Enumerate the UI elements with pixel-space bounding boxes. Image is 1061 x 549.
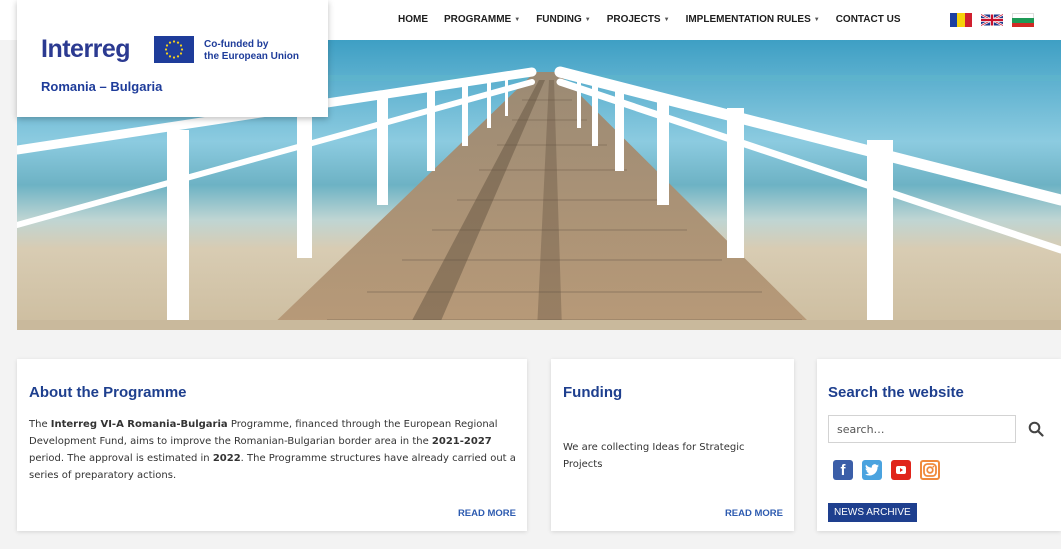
search-row — [828, 415, 1044, 443]
bulgaria-flag-icon[interactable] — [1012, 13, 1034, 27]
caret-down-icon: ▼ — [584, 16, 591, 23]
romania-flag-icon[interactable] — [950, 13, 972, 27]
nav-funding[interactable]: FUNDING ▼ — [536, 14, 591, 25]
nav-contact-us[interactable]: CONTACT US — [836, 14, 901, 25]
search-card: Search the website f NEWS ARCHIVE — [817, 359, 1061, 531]
logo-box[interactable]: Interreg Co-funded by the European Union… — [17, 0, 328, 117]
social-links: f — [833, 460, 940, 480]
caret-down-icon: ▼ — [663, 16, 670, 23]
uk-flag-icon[interactable] — [981, 13, 1003, 27]
facebook-icon[interactable]: f — [833, 460, 853, 480]
funding-read-more-link[interactable]: READ MORE — [725, 508, 783, 519]
cofunded-label: Co-funded by the European Union — [204, 39, 299, 63]
funding-text: We are collecting Ideas for Strategic Pr… — [563, 442, 745, 470]
search-icon[interactable] — [1028, 421, 1044, 437]
caret-down-icon: ▼ — [813, 16, 820, 23]
youtube-icon[interactable] — [891, 460, 911, 480]
interreg-logo: Interreg — [41, 35, 131, 63]
about-text-part: The — [29, 419, 51, 430]
about-bold-period: 2021-2027 — [431, 436, 492, 447]
nav-programme[interactable]: PROGRAMME ▼ — [444, 14, 520, 25]
news-archive-button[interactable]: NEWS ARCHIVE — [828, 503, 917, 522]
instagram-icon[interactable] — [920, 460, 940, 480]
search-input[interactable] — [828, 415, 1016, 443]
about-text: The Interreg VI-A Romania-Bulgaria Progr… — [29, 416, 517, 484]
nav-projects[interactable]: PROJECTS ▼ — [607, 14, 670, 25]
cofunded-line2: the European Union — [204, 51, 299, 62]
about-read-more-link[interactable]: READ MORE — [458, 508, 516, 519]
funding-title: Funding — [563, 384, 623, 401]
nav-home[interactable]: HOME — [398, 14, 428, 25]
eu-flag-icon — [154, 36, 194, 63]
region-label: Romania – Bulgaria — [41, 79, 163, 94]
twitter-icon[interactable] — [862, 460, 882, 480]
main-nav: HOME PROGRAMME ▼ FUNDING ▼ PROJECTS ▼ IMPLE… — [398, 14, 917, 25]
about-text-part: period. The approval is estimated in — [29, 453, 213, 464]
about-title: About the Programme — [29, 384, 187, 401]
cofunded-line1: Co-funded by — [204, 39, 269, 50]
search-title: Search the website — [828, 384, 964, 401]
about-bold-programme: Interreg VI-A Romania-Bulgaria — [50, 419, 228, 430]
about-bold-year: 2022 — [212, 453, 241, 464]
caret-down-icon: ▼ — [514, 16, 521, 23]
nav-implementation-rules[interactable]: IMPLEMENTATION RULES ▼ — [686, 14, 820, 25]
about-card: About the Programme The Interreg VI-A Ro… — [17, 359, 527, 531]
funding-card: Funding We are collecting Ideas for Stra… — [551, 359, 794, 531]
language-switcher — [950, 13, 1034, 27]
